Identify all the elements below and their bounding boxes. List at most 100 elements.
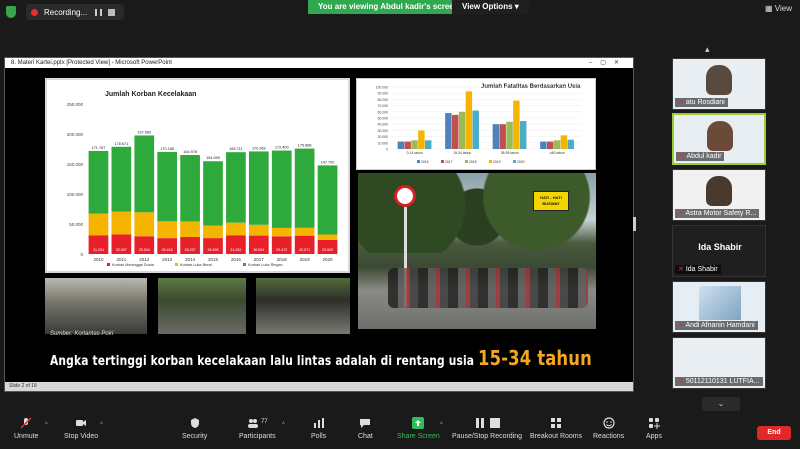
legend-swatch	[175, 263, 178, 266]
y-tick-label: 60.000	[378, 110, 388, 114]
participant-tile[interactable]: ✕ atu Rosdiani	[672, 58, 766, 110]
chat-bubble-icon	[360, 419, 371, 428]
splitter-handle[interactable]	[633, 217, 636, 231]
legend-label: 2020	[517, 160, 525, 164]
mic-muted-icon: ✕	[679, 153, 685, 160]
data-label: 31.262	[230, 248, 241, 252]
meeting-top-bar: Recording... You are viewing Abdul kadir…	[0, 0, 800, 24]
audio-options-caret-icon[interactable]: ^	[45, 422, 48, 428]
end-meeting-button[interactable]: End	[757, 426, 791, 440]
chart-fatalitas-svg: Jumlah Fatalitas Berdasarkan Usia100.000…	[376, 84, 581, 164]
view-options-label: View Options	[462, 2, 513, 11]
bar-segment	[271, 150, 292, 228]
data-label: 28.297	[185, 248, 196, 252]
share-screen-button[interactable]: Share Screen	[397, 417, 440, 440]
participant-name: ✕ Abdul kadir	[676, 152, 725, 161]
x-tick-label: 2011	[117, 257, 127, 262]
x-tick-label: 2013	[162, 257, 173, 262]
bar-segment	[88, 150, 109, 214]
ppt-title-text: 8. Materi Kartei.pptx [Protected View] -…	[11, 60, 172, 66]
share-options-caret-icon[interactable]: ^	[440, 422, 443, 428]
total-label: 169.711	[229, 147, 242, 151]
y-tick-label: 50.000	[69, 222, 83, 227]
video-options-caret-icon[interactable]: ^	[100, 422, 103, 428]
participant-name: ✕ atu Rosdiani	[675, 98, 728, 107]
pause-recording-icon[interactable]	[95, 8, 103, 16]
participant-tile[interactable]: ✕ Andi Afnanin Hamdani	[672, 281, 766, 333]
gallery-scroll-up-icon[interactable]: ▴	[705, 44, 710, 55]
mic-off-icon	[20, 417, 32, 429]
apps-button[interactable]: Apps	[646, 417, 662, 440]
y-tick-label: 100.000	[376, 86, 388, 90]
video-camera-icon	[76, 420, 87, 426]
legend-swatch	[107, 263, 110, 266]
road-photo: HATI - HATI BUSWAY	[358, 173, 596, 329]
mic-muted-icon: ✕	[678, 266, 684, 273]
x-tick-label: 2016	[231, 257, 242, 262]
recording-controls-icons	[474, 417, 501, 433]
grid-icon: ▦	[765, 4, 773, 13]
bar	[411, 140, 418, 149]
bar	[499, 124, 506, 149]
breakout-rooms-button[interactable]: Breakout Rooms	[530, 417, 582, 440]
total-label: 170.165	[160, 147, 174, 151]
participant-tile-active-speaker[interactable]: ✕ Abdul kadir	[672, 113, 766, 165]
participant-tile[interactable]: ✕ Astra Motor Safety R...	[672, 169, 766, 221]
shield-icon	[6, 6, 16, 18]
total-label: 164.978	[183, 150, 197, 154]
bar	[445, 113, 452, 149]
y-tick-label: 40.000	[378, 123, 388, 127]
chat-button[interactable]: Chat	[358, 417, 373, 440]
bar	[506, 121, 513, 149]
reactions-button[interactable]: Reactions	[593, 417, 624, 440]
view-options-button[interactable]: View Options ▾	[452, 0, 529, 14]
bar-segment	[294, 148, 315, 228]
stop-recording-icon[interactable]	[108, 8, 116, 16]
participant-name-text: Astra Motor Safety R...	[685, 210, 757, 217]
bar-segment	[248, 151, 269, 225]
participant-tile[interactable]: ✕ 50112110131 LUTFIA...	[672, 337, 766, 389]
total-label: 178.671	[114, 142, 128, 146]
gallery-scroll-down-button[interactable]: ⌄	[702, 397, 740, 411]
y-tick-label: 10.000	[378, 141, 388, 145]
window-controls: –▢✕	[588, 60, 627, 66]
bar-segment	[180, 221, 200, 238]
stop-icon	[489, 418, 500, 428]
x-tick-label: 2017	[254, 257, 265, 262]
bar-segment	[294, 227, 315, 236]
ppt-status-bar: Slide 2 of 18	[5, 382, 633, 391]
shield-icon	[190, 418, 199, 428]
total-label: 175.688	[298, 144, 312, 148]
reactions-label: Reactions	[593, 433, 625, 440]
share-screen-icon	[412, 417, 425, 429]
pause-stop-recording-button[interactable]: Pause/Stop Recording	[452, 417, 522, 440]
busway-sign: HATI - HATI BUSWAY	[533, 191, 569, 211]
apps-icon	[648, 418, 660, 429]
bar	[472, 110, 479, 149]
data-label: 26.495	[208, 248, 219, 252]
poll-chart-icon	[313, 418, 324, 428]
mic-muted-icon: ✕	[678, 378, 684, 385]
smiley-icon	[602, 417, 615, 429]
x-tick-label: 0-14 tahun	[407, 151, 423, 155]
participant-tile[interactable]: Ida Shabir ✕ Ida Shabir	[672, 225, 766, 277]
participants-caret-icon[interactable]: ^	[282, 422, 285, 428]
unmute-button[interactable]: Unmute	[14, 417, 39, 440]
apps-label: Apps	[646, 433, 662, 440]
bar-segment	[134, 135, 155, 213]
view-button[interactable]: ▦ View	[765, 4, 792, 13]
participants-button[interactable]: 77 Participants	[239, 417, 276, 440]
bar	[451, 114, 459, 149]
polls-button[interactable]: Polls	[311, 417, 326, 440]
data-label: 32.657	[116, 248, 127, 252]
participant-name-text: atu Rosdiani	[685, 99, 725, 106]
participant-big-name: Ida Shabir	[698, 242, 742, 252]
bar-segment	[226, 222, 246, 236]
legend-label: 2019	[493, 160, 501, 164]
security-button[interactable]: Security	[182, 417, 207, 440]
stop-video-button[interactable]: Stop Video	[64, 417, 98, 440]
legend-label: Korban Meninggal Dunia	[112, 263, 155, 267]
bar-segment	[203, 225, 223, 239]
y-tick-label: 90.000	[378, 92, 388, 96]
motorcycles	[388, 268, 588, 308]
